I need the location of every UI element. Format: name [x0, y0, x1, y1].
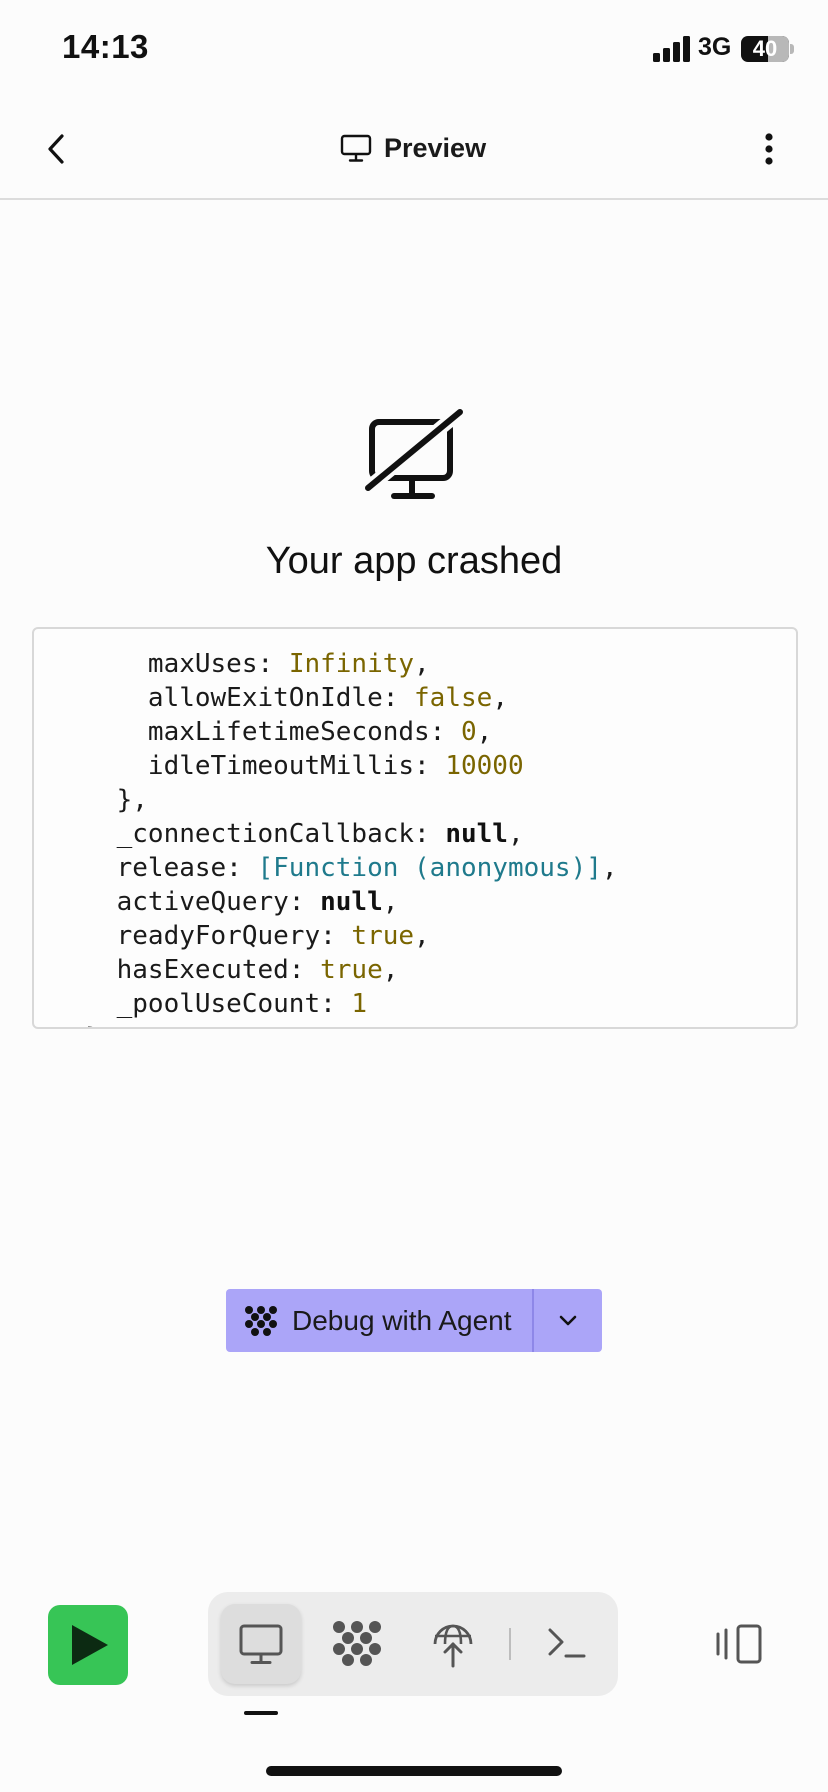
log-token: hasExecuted:: [54, 955, 321, 985]
log-token: Infinity: [288, 649, 415, 679]
back-icon[interactable]: [36, 124, 76, 174]
battery-icon: 40: [741, 36, 789, 62]
log-token: _poolUseCount:: [54, 989, 352, 1019]
error-log[interactable]: maxUses: Infinity, allowExitOnIdle: fals…: [32, 627, 798, 1029]
run-button[interactable]: [48, 1605, 128, 1685]
log-token: readyForQuery:: [54, 921, 352, 951]
log-line: release: [Function (anonymous)],: [54, 851, 618, 885]
log-line: hasExecuted: true,: [54, 953, 399, 987]
log-token: null: [445, 819, 508, 849]
monitor-off-icon: [361, 405, 467, 499]
log-token: release:: [54, 853, 258, 883]
log-token: true: [320, 955, 383, 985]
log-token: activeQuery:: [54, 887, 321, 917]
debug-label: Debug with Agent: [292, 1304, 512, 1336]
play-icon: [72, 1625, 108, 1665]
status-bar: 14:13 3G 40: [0, 0, 828, 100]
tab-deploy[interactable]: [423, 1614, 483, 1674]
log-token: [Function (anonymous)]: [257, 853, 602, 883]
log-line: }: [54, 1021, 101, 1027]
log-token: ,: [414, 921, 430, 951]
debug-with-agent-button[interactable]: Debug with Agent: [226, 1289, 532, 1352]
log-token: 1: [351, 989, 368, 1019]
log-token: null: [320, 887, 383, 917]
log-line: readyForQuery: true,: [54, 919, 430, 953]
agent-icon: [245, 1305, 277, 1336]
tab-preview[interactable]: [231, 1614, 291, 1674]
signal-icon: [653, 36, 690, 62]
log-token: _connectionCallback:: [54, 819, 446, 849]
log-token: maxLifetimeSeconds:: [54, 717, 461, 747]
header: Preview: [0, 100, 828, 200]
log-token: }: [54, 1023, 101, 1027]
log-token: 10000: [445, 751, 524, 781]
log-token: idleTimeoutMillis:: [54, 751, 446, 781]
split-view-icon[interactable]: [714, 1620, 766, 1668]
chevron-down-icon: [559, 1315, 577, 1326]
log-token: 0: [461, 717, 477, 747]
log-token: false: [414, 683, 493, 713]
log-line: allowExitOnIdle: false,: [54, 681, 508, 715]
log-token: ,: [601, 853, 618, 883]
log-token: ,: [507, 819, 524, 849]
log-token: ,: [382, 887, 399, 917]
log-token: ,: [382, 955, 399, 985]
network-type: 3G: [698, 33, 732, 61]
log-line: activeQuery: null,: [54, 885, 399, 919]
log-token: ,: [476, 717, 493, 747]
log-token: ,: [492, 683, 508, 713]
log-token: maxUses:: [54, 649, 289, 679]
battery-tip: [790, 44, 794, 54]
debug-options-dropdown[interactable]: [534, 1289, 602, 1352]
page-title: Preview: [384, 132, 487, 163]
log-token: },: [54, 785, 148, 815]
tab-agent[interactable]: [327, 1614, 387, 1674]
log-token: true: [351, 921, 415, 951]
battery-level: 40: [752, 36, 778, 61]
active-tab-indicator: [244, 1711, 278, 1715]
header-title-group: Preview: [340, 126, 486, 170]
more-icon[interactable]: [754, 124, 784, 174]
log-line: maxLifetimeSeconds: 0,: [54, 715, 492, 749]
status-time: 14:13: [62, 28, 149, 65]
home-indicator: [266, 1766, 562, 1776]
monitor-icon: [340, 134, 372, 162]
log-line: maxUses: Infinity,: [54, 647, 430, 681]
log-token: ,: [414, 649, 430, 679]
crash-title: Your app crashed: [265, 540, 563, 582]
log-line: idleTimeoutMillis: 10000: [54, 749, 524, 783]
log-line: },: [54, 783, 148, 817]
tab-shell[interactable]: [536, 1614, 596, 1674]
log-token: allowExitOnIdle:: [54, 683, 415, 713]
log-line: _poolUseCount: 1: [54, 987, 367, 1021]
tab-separator: [509, 1628, 511, 1660]
log-line: _connectionCallback: null,: [54, 817, 524, 851]
